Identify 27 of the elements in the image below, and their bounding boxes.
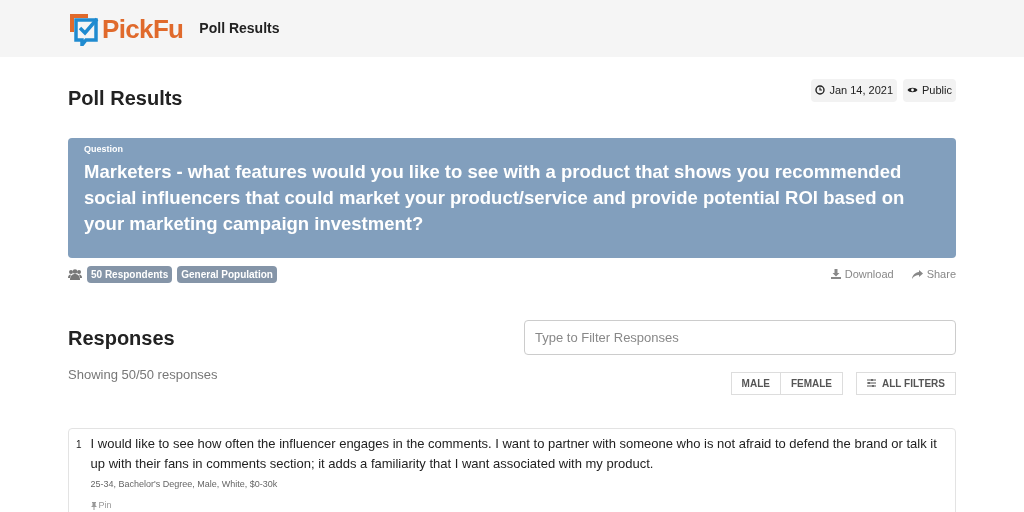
question-label: Question: [84, 143, 124, 156]
eye-icon: [907, 86, 919, 95]
header-title: Poll Results: [199, 19, 280, 38]
responses-summary: Showing 50/50 responses: [68, 365, 218, 384]
all-filters-button[interactable]: ALL FILTERS: [856, 371, 956, 395]
responses-title: Responses: [68, 325, 176, 351]
date-badge: Jan 14, 2021: [811, 79, 898, 102]
page-title: Poll Results: [68, 86, 183, 111]
share-link[interactable]: Share: [911, 265, 956, 283]
response-number: 1: [76, 437, 82, 452]
visibility-badge: Public: [903, 79, 956, 102]
response-demographics: 25-34, Bachelor's Degree, Male, White, $0-30k: [90, 477, 279, 491]
download-icon: [830, 269, 841, 279]
download-link[interactable]: Download: [830, 265, 894, 283]
tag: General Population: [177, 265, 277, 283]
share-icon: [911, 269, 923, 279]
gender-filter-button[interactable]: MALE: [730, 371, 781, 395]
tag: 50 Respondents: [87, 265, 173, 283]
users-icon: [68, 268, 82, 280]
pin-icon: [90, 501, 97, 510]
question-text: Marketers - what features would you like to see with a product that shows you recommended social influencers that could market your product/service and provide potential ROI based on your marketing campaign investment?: [84, 159, 906, 236]
clock-icon: [815, 85, 826, 96]
response-text: I would like to see how often the influencer engages in the comments. I want to partner with someone who is not afraid to defend the brand or talk it up with their fans in comments section; it adds a familiarity that I want associated with my product.: [90, 434, 938, 473]
sliders-icon: [867, 379, 877, 387]
filter-field[interactable]: Type to Filter Responses: [524, 319, 956, 355]
gender-filter-button[interactable]: FEMALE: [779, 371, 844, 395]
logo-text: PickFu: [102, 15, 184, 42]
